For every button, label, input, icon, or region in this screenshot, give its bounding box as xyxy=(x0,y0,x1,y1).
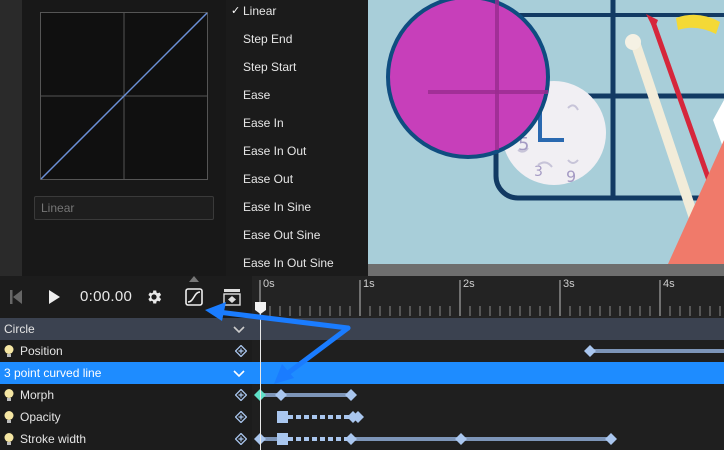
keyframe-lane xyxy=(584,345,724,357)
easing-menu-item-label: Ease xyxy=(243,88,271,102)
keyframe-square xyxy=(277,433,288,445)
svg-text:9: 9 xyxy=(566,167,576,186)
track-selected-row[interactable]: 3 point curved line xyxy=(0,362,724,384)
track-row-morph[interactable]: Morph xyxy=(0,384,724,406)
keyframe-lane xyxy=(254,433,617,445)
ruler-tick-label: 3s xyxy=(563,278,575,290)
easing-dropdown-menu: ✓ Linear Step End Step Start Ease Ease In Ease… xyxy=(226,0,368,276)
ruler-tick-label: 2s xyxy=(463,278,475,290)
easing-value-input[interactable] xyxy=(34,196,214,220)
keyframe-diamond xyxy=(345,389,357,401)
track-label-stroke-width: Stroke width xyxy=(0,428,252,450)
gear-icon xyxy=(148,290,162,304)
chevron-down-icon[interactable] xyxy=(233,326,245,334)
easing-menu-item[interactable]: ✓ Linear xyxy=(226,0,368,25)
keyframe-diamond xyxy=(275,389,287,401)
ruler-tick-label: 1s xyxy=(363,278,375,290)
easing-menu-item[interactable]: Ease In Out xyxy=(226,137,368,165)
easing-menu-item-label: Ease In Sine xyxy=(243,200,312,214)
keyframe-interpolation-button[interactable] xyxy=(222,287,242,307)
property-label: Opacity xyxy=(20,410,61,424)
play-button[interactable] xyxy=(44,287,64,307)
track-row-position[interactable]: Position xyxy=(0,340,724,362)
easing-curve-icon xyxy=(185,288,203,306)
easing-menu-item-label: Ease In xyxy=(243,116,284,130)
pink-circle-shape xyxy=(386,0,550,159)
track-group-row[interactable]: Circle xyxy=(0,318,724,340)
easing-menu-item[interactable]: Ease In xyxy=(226,109,368,137)
track-lane-stroke-width[interactable] xyxy=(252,428,724,450)
easing-menu-item-label: Step End xyxy=(243,32,293,46)
lightbulb-icon[interactable] xyxy=(4,389,14,402)
property-label: Morph xyxy=(20,388,55,402)
property-label: Position xyxy=(20,344,63,358)
easing-menu-item-label: Ease Out xyxy=(243,172,294,186)
add-keyframe-icon[interactable] xyxy=(235,389,247,401)
canvas-illustration: 5 9 3 xyxy=(368,0,724,264)
settings-button[interactable] xyxy=(144,287,164,307)
track-lane-opacity[interactable] xyxy=(252,406,724,428)
keyframe-interpolation-icon xyxy=(223,289,241,306)
skip-to-start-button[interactable] xyxy=(6,287,26,307)
easing-curve-button[interactable] xyxy=(184,276,204,307)
easing-menu-item-label: Ease In Out Sine xyxy=(243,256,334,270)
track-label-position: Position xyxy=(0,340,252,362)
timeline-ruler[interactable]: 0s 1s 2s 3s 4s xyxy=(252,276,724,318)
track-label-opacity: Opacity xyxy=(0,406,252,428)
easing-editor-panel xyxy=(22,0,226,276)
playhead-line[interactable] xyxy=(260,310,261,450)
lightbulb-icon[interactable] xyxy=(4,433,14,446)
time-display: 0:00.00 xyxy=(80,288,133,305)
easing-menu-item[interactable]: Step Start xyxy=(226,53,368,81)
add-keyframe-icon[interactable] xyxy=(235,345,247,357)
easing-menu-item[interactable]: Ease xyxy=(226,81,368,109)
svg-text:3: 3 xyxy=(534,164,543,180)
easing-menu-item-label: Ease Out Sine xyxy=(243,228,321,242)
lightbulb-icon[interactable] xyxy=(4,411,14,424)
timeline-toolbar: 0:00.00 xyxy=(0,276,252,318)
caret-up-icon xyxy=(189,276,199,282)
easing-menu-item[interactable]: Ease In Out Sine xyxy=(226,249,368,277)
keyframe-lane xyxy=(254,389,357,401)
easing-menu-item-label: Linear xyxy=(243,4,277,18)
track-lane-morph[interactable] xyxy=(252,384,724,406)
keyframe-square xyxy=(277,411,288,423)
keyframe-lane xyxy=(277,411,364,423)
ruler-tick-label: 4s xyxy=(663,278,675,290)
left-side-strip xyxy=(0,0,22,276)
track-lane-position[interactable] xyxy=(252,340,724,362)
keyframe-diamond xyxy=(584,345,596,357)
stage-canvas[interactable]: 5 9 3 xyxy=(368,0,724,264)
easing-menu-item[interactable]: Ease Out Sine xyxy=(226,221,368,249)
group-label: Circle xyxy=(4,322,35,336)
track-row-stroke-width[interactable]: Stroke width xyxy=(0,428,724,450)
easing-menu-item[interactable]: Step End xyxy=(226,25,368,53)
add-keyframe-icon[interactable] xyxy=(235,411,247,423)
track-row-opacity[interactable]: Opacity xyxy=(0,406,724,428)
check-icon: ✓ xyxy=(231,5,241,17)
canvas-scroll-area xyxy=(368,264,724,276)
easing-menu-item[interactable]: Ease Out xyxy=(226,165,368,193)
ruler-tick-label: 0s xyxy=(263,278,275,290)
playhead-handle[interactable] xyxy=(255,302,266,314)
track-label-morph: Morph xyxy=(0,384,252,406)
easing-menu-item[interactable]: Ease In Sine xyxy=(226,193,368,221)
chevron-down-icon[interactable] xyxy=(233,370,245,378)
ruler-ticks xyxy=(259,280,721,316)
skip-to-start-icon xyxy=(10,290,22,304)
selected-layer-label: 3 point curved line xyxy=(4,366,102,380)
keyframe-diamond xyxy=(605,433,617,445)
keyframe-diamond xyxy=(345,433,357,445)
play-icon xyxy=(49,290,60,304)
easing-menu-item-label: Step Start xyxy=(243,60,297,74)
keyframe-diamond xyxy=(455,433,467,445)
easing-curve-preview[interactable] xyxy=(40,12,208,180)
property-label: Stroke width xyxy=(20,432,87,446)
lightbulb-icon[interactable] xyxy=(4,345,14,358)
easing-menu-item-label: Ease In Out xyxy=(243,144,307,158)
add-keyframe-icon[interactable] xyxy=(235,433,247,445)
